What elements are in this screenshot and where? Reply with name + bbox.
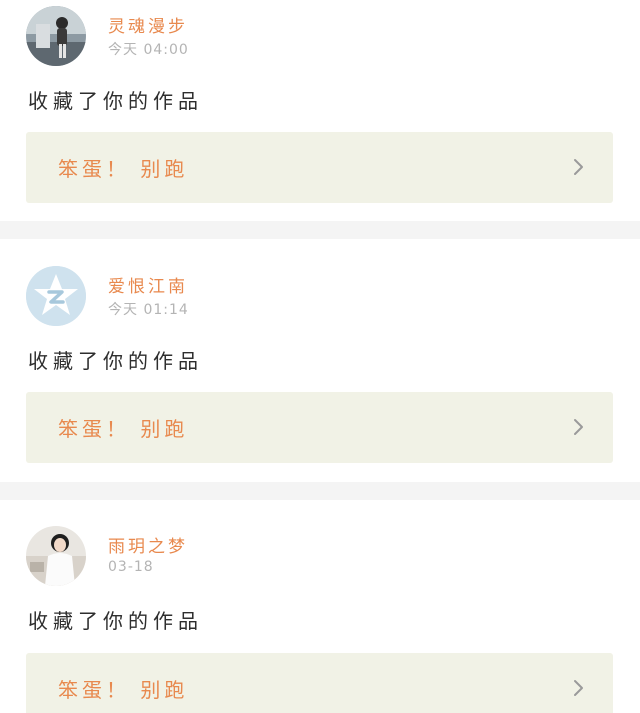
avatar[interactable]: [26, 6, 86, 66]
action-text: 收藏了你的作品: [28, 349, 203, 373]
username[interactable]: 灵魂漫步: [108, 12, 188, 37]
default-avatar-icon: [26, 266, 86, 326]
timestamp: 今天 01:14: [108, 302, 189, 318]
timestamp: 03-18: [108, 559, 154, 575]
chevron-right-icon: [574, 419, 583, 435]
user-photo-icon: [26, 526, 86, 586]
list-item: 灵魂漫步 今天 04:00 收藏了你的作品 笨蛋！ 别跑: [0, 0, 640, 221]
work-title: 笨蛋！ 别跑: [58, 157, 189, 181]
work-title: 笨蛋！ 别跑: [58, 417, 189, 441]
section-divider: [0, 221, 640, 239]
section-divider: [0, 482, 640, 500]
username[interactable]: 雨玥之梦: [108, 532, 188, 557]
work-link[interactable]: 笨蛋！ 别跑: [26, 392, 613, 463]
chevron-right-icon: [574, 680, 583, 696]
notification-feed: 灵魂漫步 今天 04:00 收藏了你的作品 笨蛋！ 别跑 爱恨江南 今天 01:…: [0, 0, 640, 713]
avatar[interactable]: [26, 266, 86, 326]
action-text: 收藏了你的作品: [28, 89, 203, 113]
work-link[interactable]: 笨蛋！ 别跑: [26, 132, 613, 203]
username[interactable]: 爱恨江南: [108, 272, 188, 297]
chevron-right-icon: [574, 159, 583, 175]
work-link[interactable]: 笨蛋！ 别跑: [26, 653, 613, 713]
timestamp: 今天 04:00: [108, 42, 189, 58]
action-text: 收藏了你的作品: [28, 609, 203, 633]
avatar[interactable]: [26, 526, 86, 586]
list-item: 雨玥之梦 03-18 收藏了你的作品 笨蛋！ 别跑: [0, 500, 640, 713]
work-title: 笨蛋！ 别跑: [58, 678, 189, 702]
user-photo-icon: [26, 6, 86, 66]
list-item: 爱恨江南 今天 01:14 收藏了你的作品 笨蛋！ 别跑: [0, 239, 640, 482]
